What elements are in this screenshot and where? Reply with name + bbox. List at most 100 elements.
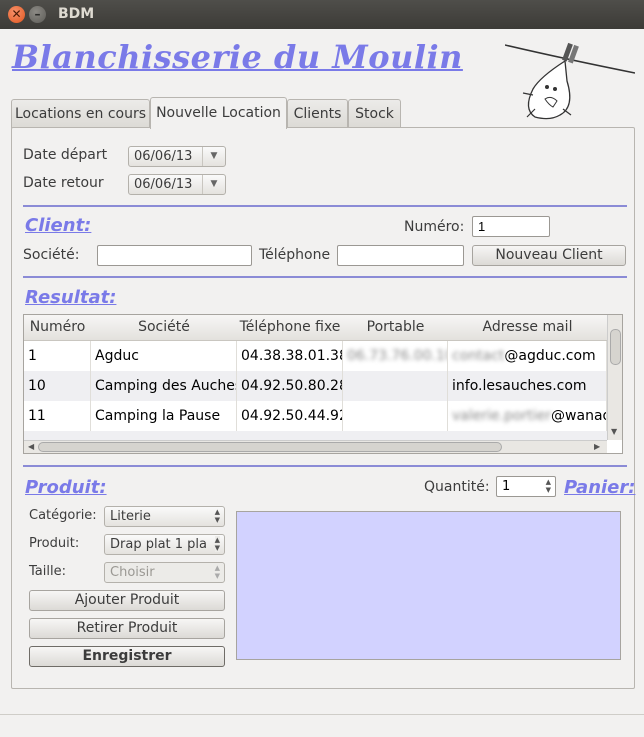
- telephone-input[interactable]: [337, 245, 464, 266]
- cell-societe: Camping des Auches: [91, 371, 237, 401]
- produit-select[interactable]: Drap plat 1 pla ▲ ▼: [104, 534, 225, 555]
- select-arrows-icon: ▲ ▼: [214, 508, 220, 524]
- spin-arrows-icon[interactable]: ▲ ▼: [546, 478, 551, 494]
- date-depart-picker[interactable]: 06/06/13 ▼: [128, 146, 226, 167]
- redacted-text: valerie.portier: [452, 408, 552, 424]
- minimize-window-button[interactable]: –: [29, 6, 46, 23]
- chevron-left-icon[interactable]: ◀: [28, 442, 34, 451]
- button-label: Enregistrer: [82, 648, 172, 664]
- date-depart-label: Date départ: [23, 147, 108, 163]
- cell-societe: Agduc: [91, 341, 237, 371]
- redacted-text: contact: [452, 348, 505, 364]
- title-bar: ✕ – BDM: [0, 0, 644, 29]
- categorie-label: Catégorie:: [29, 508, 97, 523]
- resultat-section-title: Resultat:: [25, 287, 117, 308]
- close-window-button[interactable]: ✕: [8, 6, 25, 23]
- status-bar-divider: [0, 714, 644, 715]
- table-row[interactable]: 10 Camping des Auches 04.92.50.80.28 inf…: [24, 371, 607, 401]
- cell-numero: 10: [24, 371, 91, 401]
- numero-input[interactable]: [472, 216, 550, 237]
- categorie-value: Literie: [110, 509, 151, 524]
- tab-clients[interactable]: Clients: [287, 99, 348, 128]
- cell-mail: info.lesauches.com: [448, 371, 607, 401]
- telephone-label: Téléphone: [259, 247, 331, 263]
- scrollbar-thumb[interactable]: [610, 329, 621, 365]
- cell-numero: 1: [24, 341, 91, 371]
- date-retour-label: Date retour: [23, 175, 104, 191]
- quantite-spinbox[interactable]: 1 ▲ ▼: [496, 476, 556, 497]
- ajouter-produit-button[interactable]: Ajouter Produit: [29, 590, 225, 611]
- divider: [23, 465, 627, 467]
- button-label: Retirer Produit: [76, 620, 178, 636]
- tab-label: Stock: [355, 106, 394, 122]
- categorie-select[interactable]: Literie ▲ ▼: [104, 506, 225, 527]
- panier-list[interactable]: [236, 511, 621, 660]
- mail-domain: @wanado: [551, 408, 606, 424]
- societe-input[interactable]: [97, 245, 252, 266]
- date-retour-picker[interactable]: 06/06/13 ▼: [128, 174, 226, 195]
- cell-portable: [343, 401, 448, 431]
- taille-value: Choisir: [110, 565, 155, 580]
- divider: [23, 205, 627, 207]
- button-label: Ajouter Produit: [74, 592, 180, 608]
- chevron-down-icon[interactable]: ▼: [611, 427, 617, 436]
- produit-label: Produit:: [29, 536, 80, 551]
- chevron-down-icon[interactable]: ▼: [202, 147, 225, 166]
- close-icon: ✕: [11, 7, 22, 21]
- laundry-logo-icon: [505, 42, 635, 120]
- chevron-down-icon[interactable]: ▼: [202, 175, 225, 194]
- cell-telephone: 04.38.38.01.38: [237, 341, 343, 371]
- cell-telephone: 04.92.50.80.28: [237, 371, 343, 401]
- taille-select[interactable]: Choisir ▲ ▼: [104, 562, 225, 583]
- horizontal-scrollbar[interactable]: ◀ ▶: [24, 440, 607, 453]
- panier-section-title: Panier:: [564, 477, 636, 498]
- date-retour-value: 06/06/13: [134, 177, 193, 192]
- column-header[interactable]: Société: [91, 315, 238, 341]
- column-header[interactable]: Téléphone fixe: [237, 315, 344, 341]
- chevron-right-icon[interactable]: ▶: [594, 442, 600, 451]
- cell-mail: valerie.portier@wanado: [448, 401, 607, 431]
- tab-label: Locations en cours: [14, 106, 147, 122]
- table-row[interactable]: 11 Camping la Pause 04.92.50.44.92 valer…: [24, 401, 607, 431]
- taille-label: Taille:: [29, 564, 66, 579]
- produit-value: Drap plat 1 pla: [110, 537, 207, 552]
- tab-locations-en-cours[interactable]: Locations en cours: [11, 99, 150, 128]
- divider: [23, 276, 627, 278]
- nouveau-client-button[interactable]: Nouveau Client: [472, 245, 626, 266]
- tab-label: Clients: [293, 106, 342, 122]
- cell-portable: 06.73.76.00.10: [343, 341, 448, 371]
- societe-label: Société:: [23, 247, 80, 263]
- tab-stock[interactable]: Stock: [348, 99, 401, 128]
- minimize-icon: –: [34, 7, 41, 21]
- enregistrer-button[interactable]: Enregistrer: [29, 646, 225, 667]
- mail-domain: @agduc.com: [504, 348, 596, 364]
- window-title: BDM: [58, 6, 95, 22]
- vertical-scrollbar[interactable]: ▼: [607, 315, 622, 440]
- cell-societe: Camping la Pause: [91, 401, 237, 431]
- tab-label: Nouvelle Location: [156, 105, 281, 121]
- select-arrows-icon: ▲ ▼: [214, 564, 220, 580]
- table-row[interactable]: 1 Agduc 04.38.38.01.38 06.73.76.00.10 co…: [24, 341, 607, 371]
- button-label: Nouveau Client: [495, 247, 603, 263]
- client-section-title: Client:: [25, 215, 92, 236]
- cell-numero: 11: [24, 401, 91, 431]
- cell-mail: contact@agduc.com: [448, 341, 607, 371]
- select-arrows-icon: ▲ ▼: [214, 536, 220, 552]
- scrollbar-thumb[interactable]: [38, 442, 502, 452]
- quantite-label: Quantité:: [424, 479, 490, 495]
- cell-portable: [343, 371, 448, 401]
- tab-nouvelle-location[interactable]: Nouvelle Location: [150, 97, 287, 129]
- date-depart-value: 06/06/13: [134, 149, 193, 164]
- column-header[interactable]: Numéro: [24, 315, 92, 341]
- cell-telephone: 04.92.50.44.92: [237, 401, 343, 431]
- quantite-value: 1: [502, 479, 511, 494]
- results-table: Numéro Société Téléphone fixe Portable A…: [23, 314, 623, 454]
- numero-label: Numéro:: [404, 219, 465, 235]
- redacted-text: 06.73.76.00.10: [347, 348, 448, 364]
- retirer-produit-button[interactable]: Retirer Produit: [29, 618, 225, 639]
- column-header[interactable]: Portable: [343, 315, 449, 341]
- table-row[interactable]: [24, 431, 607, 440]
- column-header[interactable]: Adresse mail: [448, 315, 608, 341]
- produit-section-title: Produit:: [25, 477, 107, 498]
- app-brand-title: Blanchisserie du Moulin: [12, 38, 463, 76]
